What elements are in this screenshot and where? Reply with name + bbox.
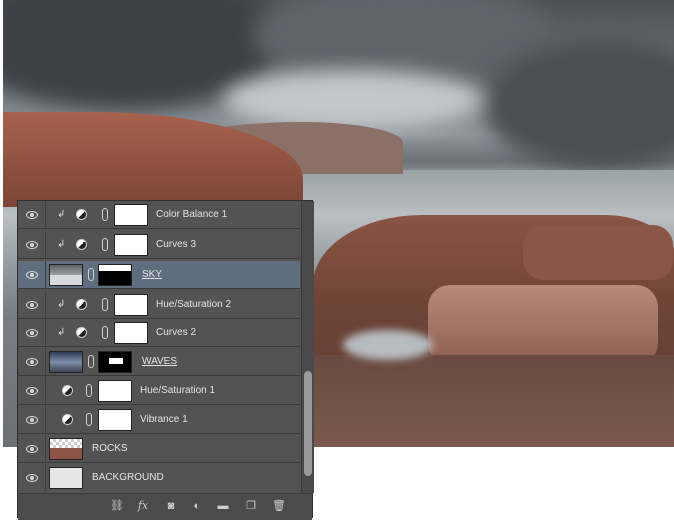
layer-name[interactable]: Hue/Saturation 1 — [140, 385, 215, 396]
layer-row-curves-3[interactable]: ↲ Curves 3 — [18, 231, 300, 259]
layer-mask-thumbnail[interactable] — [114, 204, 148, 226]
adjustment-icon[interactable]: ◐ — [190, 500, 204, 512]
layer-mask-thumbnail[interactable] — [114, 322, 148, 344]
visibility-toggle[interactable] — [18, 348, 46, 375]
eye-icon — [25, 473, 38, 482]
adjustment-icon — [62, 414, 73, 425]
eye-icon — [25, 270, 38, 279]
visibility-toggle[interactable] — [18, 435, 46, 462]
layer-mask-thumbnail[interactable] — [98, 380, 132, 402]
layer-mask-thumbnail[interactable] — [114, 234, 148, 256]
layer-name[interactable]: Hue/Saturation 2 — [156, 299, 231, 310]
clip-arrow-icon: ↲ — [57, 239, 66, 250]
mask-white-area — [109, 358, 123, 364]
layer-thumbnail[interactable] — [49, 438, 83, 460]
chain-link-icon[interactable] — [102, 208, 108, 221]
boulder — [523, 225, 673, 280]
eye-icon — [25, 386, 38, 395]
folder-icon[interactable]: ▬ — [216, 500, 230, 512]
eye-icon — [25, 240, 38, 249]
eye-icon — [25, 210, 38, 219]
large-boulder — [428, 285, 658, 365]
eye-icon — [25, 357, 38, 366]
chain-link-icon[interactable] — [102, 326, 108, 339]
adjustment-icon — [76, 239, 87, 250]
chain-link-icon[interactable] — [86, 413, 92, 426]
new-layer-icon[interactable]: ❐ — [244, 500, 258, 512]
visibility-toggle[interactable] — [18, 406, 46, 433]
chain-link-icon[interactable] — [88, 355, 94, 368]
layer-thumbnail[interactable] — [49, 467, 83, 489]
adjustment-icon — [62, 385, 73, 396]
clip-arrow-icon: ↲ — [57, 299, 66, 310]
layer-name[interactable]: SKY — [142, 269, 162, 280]
layers-scrollbar[interactable] — [301, 201, 314, 493]
adjustment-icon — [76, 209, 87, 220]
layer-name[interactable]: ROCKS — [92, 443, 128, 454]
layer-mask-thumbnail[interactable] — [114, 294, 148, 316]
layer-name[interactable]: Vibrance 1 — [140, 414, 188, 425]
clip-arrow-icon: ↲ — [57, 327, 66, 338]
chain-link-icon[interactable] — [102, 298, 108, 311]
visibility-toggle[interactable] — [18, 464, 46, 491]
trash-icon[interactable]: 🗑 — [272, 500, 286, 512]
scrollbar-thumb[interactable] — [304, 371, 312, 476]
chain-link-icon[interactable] — [86, 384, 92, 397]
eye-icon — [25, 328, 38, 337]
layer-mask-thumbnail[interactable] — [98, 351, 132, 373]
visibility-toggle[interactable] — [18, 291, 46, 318]
layer-row-vibrance-1[interactable]: Vibrance 1 — [18, 406, 300, 434]
rock-preview — [50, 448, 82, 459]
visibility-toggle[interactable] — [18, 201, 46, 228]
layer-row-curves-2[interactable]: ↲ Curves 2 — [18, 319, 300, 347]
layer-row-sky[interactable]: SKY — [18, 261, 300, 289]
layer-name[interactable]: WAVES — [142, 356, 177, 367]
adjustment-icon — [76, 327, 87, 338]
chain-link-icon[interactable] — [102, 238, 108, 251]
layer-name[interactable]: BACKGROUND — [92, 472, 164, 483]
layer-row-hue-saturation-1[interactable]: Hue/Saturation 1 — [18, 377, 300, 405]
layer-name[interactable]: Curves 2 — [156, 327, 196, 338]
layer-name[interactable]: Color Balance 1 — [156, 209, 227, 220]
foam — [343, 330, 433, 360]
mask-white-area — [99, 265, 131, 271]
layer-name[interactable]: Curves 3 — [156, 239, 196, 250]
visibility-toggle[interactable] — [18, 231, 46, 258]
eye-icon — [25, 415, 38, 424]
visibility-toggle[interactable] — [18, 261, 46, 288]
eye-icon — [25, 300, 38, 309]
visibility-toggle[interactable] — [18, 377, 46, 404]
visibility-toggle[interactable] — [18, 319, 46, 346]
layer-thumbnail[interactable] — [49, 264, 83, 286]
mask-icon[interactable]: ◙ — [164, 500, 178, 512]
chain-link-icon[interactable] — [88, 268, 94, 281]
layer-mask-thumbnail[interactable] — [98, 409, 132, 431]
layers-panel: ↲ Color Balance 1 ↲ Curves 3 SKY ↲ Hue/S… — [17, 200, 314, 520]
layers-footer: ⛓ fx ◙ ◐ ▬ ❐ 🗑 — [18, 493, 312, 520]
eye-icon — [25, 444, 38, 453]
layer-mask-thumbnail[interactable] — [98, 264, 132, 286]
layer-row-rocks[interactable]: ROCKS — [18, 435, 300, 463]
clip-arrow-icon: ↲ — [57, 209, 66, 220]
layer-row-waves[interactable]: WAVES — [18, 348, 300, 376]
layer-row-background[interactable]: BACKGROUND — [18, 464, 300, 492]
adjustment-icon — [76, 299, 87, 310]
cloud — [223, 70, 483, 130]
foreground-rocks — [313, 355, 674, 447]
layer-row-hue-saturation-2[interactable]: ↲ Hue/Saturation 2 — [18, 291, 300, 319]
fx-button[interactable]: fx — [136, 500, 150, 512]
layer-row-color-balance-1[interactable]: ↲ Color Balance 1 — [18, 201, 300, 229]
layer-thumbnail[interactable] — [49, 351, 83, 373]
link-icon[interactable]: ⛓ — [110, 500, 124, 512]
